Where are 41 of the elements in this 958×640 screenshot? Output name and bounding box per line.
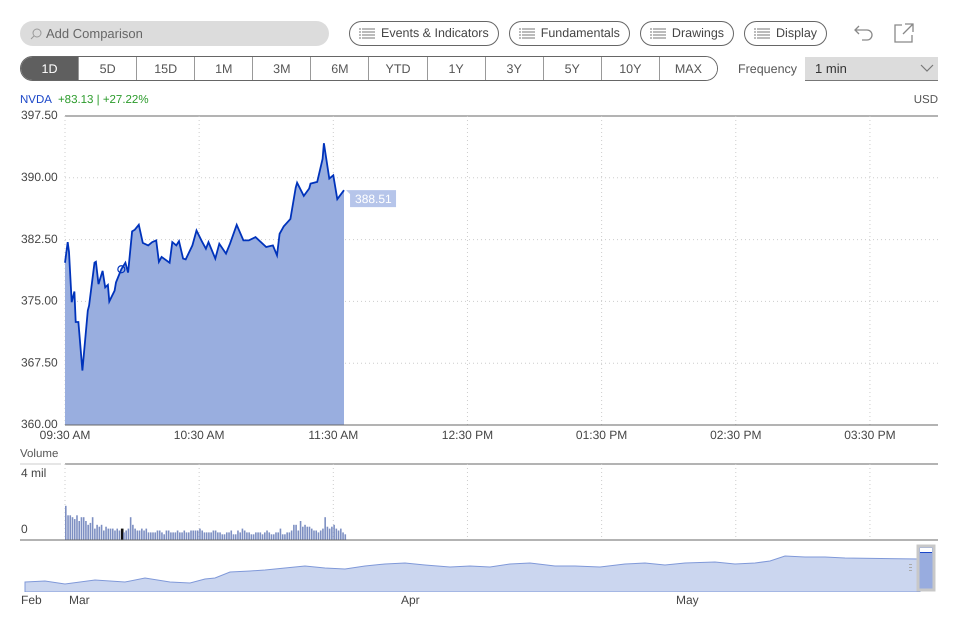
list-icon <box>518 28 535 38</box>
month-label: Feb <box>21 593 42 607</box>
frequency-label: Frequency <box>738 62 798 76</box>
toolbar-button[interactable]: Display <box>744 20 828 46</box>
axis-label: 4 mil <box>21 466 46 480</box>
price-tag: 388.51 <box>346 190 396 208</box>
chevron-down-icon <box>920 64 934 72</box>
month-label: Mar <box>69 593 90 607</box>
toolbar-button[interactable]: Events & Indicators <box>349 20 499 46</box>
currency-label: USD <box>914 94 938 106</box>
search-icon <box>30 28 42 40</box>
axis-label: 390.00 <box>21 170 58 184</box>
axis-label: 382.50 <box>21 232 58 246</box>
axis-label: 397.50 <box>21 108 58 122</box>
month-label: Apr <box>401 593 420 607</box>
list-icon <box>754 28 770 38</box>
axis-label: 11:30 AM <box>308 428 358 441</box>
axis-label: 03:30 PM <box>844 428 896 441</box>
axis-label: 0 <box>21 522 28 536</box>
list-icon <box>650 28 666 38</box>
range-tab[interactable]: 1D <box>21 57 78 80</box>
axis-label: 10:30 AM <box>174 428 224 441</box>
axis-label: 02:30 PM <box>710 428 762 441</box>
axis-label: 367.50 <box>21 355 58 370</box>
frequency-select[interactable]: 1 min <box>805 56 938 80</box>
range-handle[interactable] <box>916 544 936 592</box>
axis-label: 12:30 PM <box>442 428 494 441</box>
axis-label: 01:30 PM <box>576 428 628 441</box>
ticker-symbol: NVDA <box>20 94 52 106</box>
toolbar-button[interactable]: Fundamentals <box>508 20 630 46</box>
toolbar-button[interactable]: Drawings <box>640 20 734 46</box>
price-change: +83.13 | +27.22% <box>58 94 149 106</box>
month-label: May <box>676 593 699 607</box>
range-tab[interactable]: MAX <box>658 57 717 80</box>
grip-icon <box>909 564 912 571</box>
hover-marker <box>117 265 126 274</box>
volume-label: Volume <box>20 448 60 462</box>
axis-label: 375.00 <box>21 294 58 308</box>
list-icon <box>359 28 375 38</box>
search-field[interactable]: Add Comparison <box>20 20 329 46</box>
external-link-icon[interactable] <box>893 22 916 44</box>
